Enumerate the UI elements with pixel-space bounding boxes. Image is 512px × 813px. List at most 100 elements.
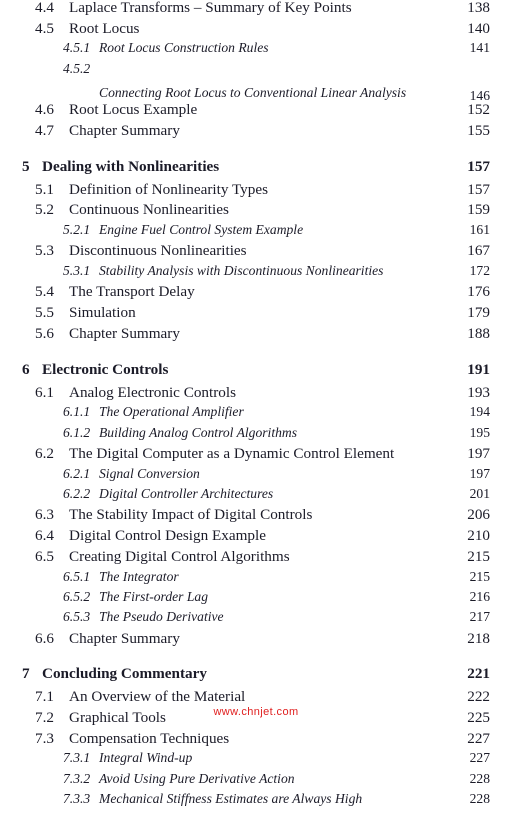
toc-entry-4-6[interactable]: 4.6 Root Locus Example 152 <box>0 102 512 123</box>
toc-entry-title: Root Locus Construction Rules <box>99 40 269 56</box>
toc-entry-6-5-3[interactable]: 6.5.3 The Pseudo Derivative 217 <box>0 610 512 630</box>
toc-entry-page-number: 227 <box>467 729 490 747</box>
toc-entry-6-1-2[interactable]: 6.1.2 Building Analog Control Algorithms 1… <box>0 426 512 446</box>
toc-entry-title: Continuous Nonlinearities <box>69 201 229 219</box>
toc-entry-4-7[interactable]: 4.7 Chapter Summary 155 <box>0 123 512 144</box>
toc-entry-title: Connecting Root Locus to Conventional Li… <box>99 85 407 101</box>
toc-entry-6-1-1[interactable]: 6.1.1 The Operational Amplifier 194 <box>0 405 512 425</box>
toc-entry-title: An Overview of the Material <box>69 688 246 706</box>
toc-entry-number: 4.4 <box>35 0 54 16</box>
toc-entry-page-number: 206 <box>467 506 490 524</box>
toc-entry-title: Mechanical Stiffness Estimates are Alway… <box>99 791 363 807</box>
toc-entry-number: 5.3.1 <box>63 263 91 279</box>
toc-entry-title: Concluding Commentary <box>42 665 207 683</box>
toc-entry-title: Electronic Controls <box>42 360 169 378</box>
toc-entry-number: 6.2.2 <box>63 486 91 502</box>
toc-entry-4-4[interactable]: 4.4 Laplace Transforms – Summary of Key P… <box>0 0 512 21</box>
toc-entry-5-6[interactable]: 5.6 Chapter Summary 188 <box>0 326 512 347</box>
toc-entry-page-number: 228 <box>469 791 490 807</box>
toc-entry-title: Analog Electronic Controls <box>69 383 237 401</box>
toc-entry-7-3-1[interactable]: 7.3.1 Integral Wind-up 227 <box>0 751 512 771</box>
toc-entry-title: Root Locus <box>69 19 140 37</box>
toc-entry-page-number: 194 <box>469 404 490 420</box>
site-watermark: www.chnjet.com <box>213 706 299 718</box>
toc-entry-5-3[interactable]: 5.3 Discontinuous Nonlinearities 167 <box>0 243 512 264</box>
toc-entry-6-5-1[interactable]: 6.5.1 The Integrator 215 <box>0 568 512 590</box>
toc-entry-5-4[interactable]: 5.4 The Transport Delay 176 <box>0 284 512 305</box>
toc-entry-number: 5.2 <box>35 201 54 219</box>
toc-entry-6-2[interactable]: 6.2 The Digital Computer as a Dynamic Con… <box>0 446 512 467</box>
toc-entry-number: 6.5 <box>35 547 54 565</box>
toc-entry-page-number: 179 <box>467 304 490 322</box>
toc-entry-title: Root Locus Example <box>69 101 198 119</box>
toc-entry-5-2[interactable]: 5.2 Continuous Nonlinearities 159 <box>0 202 512 223</box>
toc-entry-number: 6.2.1 <box>63 465 91 481</box>
toc-entry-6-4[interactable]: 6.4 Digital Control Design Example 210 <box>0 528 512 549</box>
toc-entry-4-5[interactable]: 4.5 Root Locus 140 <box>0 19 512 42</box>
toc-entry-7-3-2[interactable]: 7.3.2 Avoid Using Pure Derivative Action 2… <box>0 772 512 792</box>
toc-entry-number: 5.5 <box>35 304 54 322</box>
chapter-spacer <box>0 144 512 159</box>
toc-entry-5-1[interactable]: 5.1 Definition of Nonlinearity Types 157 <box>0 180 512 203</box>
toc-entry-page-number: 216 <box>469 588 490 604</box>
toc-entry-title: The Digital Computer as a Dynamic Contro… <box>69 445 395 463</box>
toc-entry-number: 6.1 <box>35 383 54 401</box>
toc-entry-number: 4.6 <box>35 101 54 119</box>
toc-entry-page-number: 215 <box>467 547 490 565</box>
toc-entry-page-number: 197 <box>467 445 490 463</box>
toc-entry-title: Stability Analysis with Discontinuous No… <box>99 263 384 279</box>
toc-entry-title: The Operational Amplifier <box>99 404 244 420</box>
toc-entry-number: 5.3 <box>35 242 54 260</box>
toc-entry-number: 6.4 <box>35 527 54 545</box>
toc-entry-page-number: 188 <box>467 324 490 342</box>
toc-entry-5-5[interactable]: 5.5 Simulation 179 <box>0 305 512 326</box>
toc-entry-6[interactable]: 6 Electronic Controls 191 <box>0 360 512 385</box>
toc-entry-title: Engine Fuel Control System Example <box>99 222 304 238</box>
toc-entry-title: The Pseudo Derivative <box>99 609 224 625</box>
toc-entry-4-5-1[interactable]: 4.5.1 Root Locus Construction Rules 141 <box>0 41 512 61</box>
toc-entry-page-number: 195 <box>469 424 490 440</box>
toc-entry-title: Dealing with Nonlinearities <box>42 157 220 175</box>
toc-entry-number: 5.6 <box>35 324 54 342</box>
toc-entry-page-number: 221 <box>467 665 490 683</box>
toc-entry-title: The Transport Delay <box>69 283 195 301</box>
toc-entry-6-2-1[interactable]: 6.2.1 Signal Conversion 197 <box>0 467 512 487</box>
toc-entry-number: 6.5.1 <box>63 568 91 584</box>
toc-entry-number: 6.3 <box>35 506 54 524</box>
toc-entry-7-3[interactable]: 7.3 Compensation Techniques 227 <box>0 731 512 752</box>
toc-entry-page-number: 227 <box>469 750 490 766</box>
toc-entry-5-2-1[interactable]: 5.2.1 Engine Fuel Control System Example 1… <box>0 223 512 243</box>
toc-entry-number: 6.5.3 <box>63 609 91 625</box>
toc-entry-title: Chapter Summary <box>69 324 180 342</box>
toc-entry-6-1[interactable]: 6.1 Analog Electronic Controls 193 <box>0 383 512 406</box>
toc-entry-page-number: 140 <box>467 19 490 37</box>
toc-entry-6-6[interactable]: 6.6 Chapter Summary 218 <box>0 631 512 652</box>
toc-entry-title: Building Analog Control Algorithms <box>99 424 298 440</box>
toc-entry-number: 5.1 <box>35 180 54 198</box>
toc-entry-number: 5 <box>22 157 30 175</box>
toc-entry-number: 7.1 <box>35 688 54 706</box>
toc-entry-5-3-1[interactable]: 5.3.1 Stability Analysis with Discontinuo… <box>0 264 512 284</box>
toc-entry-title: The Integrator <box>99 568 179 584</box>
toc-entry-page-number: 141 <box>469 40 490 56</box>
toc-entry-title: Creating Digital Control Algorithms <box>69 547 290 565</box>
toc-entry-page-number: 161 <box>469 222 490 238</box>
toc-entry-7[interactable]: 7 Concluding Commentary 221 <box>0 666 512 689</box>
toc-entry-title: Definition of Nonlinearity Types <box>69 180 269 198</box>
toc-entry-4-5-2[interactable]: 4.5.2 Connecting Root Locus to Convention… <box>0 62 512 103</box>
toc-entry-5[interactable]: 5 Dealing with Nonlinearities 157 <box>0 157 512 182</box>
toc-entry-title: Chapter Summary <box>69 629 180 647</box>
toc-entry-number: 6.1.2 <box>63 424 91 440</box>
toc-entry-6-5[interactable]: 6.5 Creating Digital Control Algorithms 21… <box>0 549 512 570</box>
toc-entry-6-3[interactable]: 6.3 The Stability Impact of Digital Contr… <box>0 507 512 528</box>
toc-entry-page-number: 157 <box>467 157 490 175</box>
toc-entry-number: 7.3.1 <box>63 750 91 766</box>
toc-entry-title: Digital Controller Architectures <box>99 486 274 502</box>
toc-entry-6-2-2[interactable]: 6.2.2 Digital Controller Architectures 201 <box>0 487 512 507</box>
toc-entry-page-number: 197 <box>469 465 490 481</box>
toc-entry-6-5-2[interactable]: 6.5.2 The First-order Lag 216 <box>0 590 512 610</box>
chapter-spacer <box>0 347 512 362</box>
toc-entry-page-number: 217 <box>469 609 490 625</box>
toc-entry-number: 6.2 <box>35 445 54 463</box>
toc-entry-7-3-3[interactable]: 7.3.3 Mechanical Stiffness Estimates are … <box>0 792 512 812</box>
